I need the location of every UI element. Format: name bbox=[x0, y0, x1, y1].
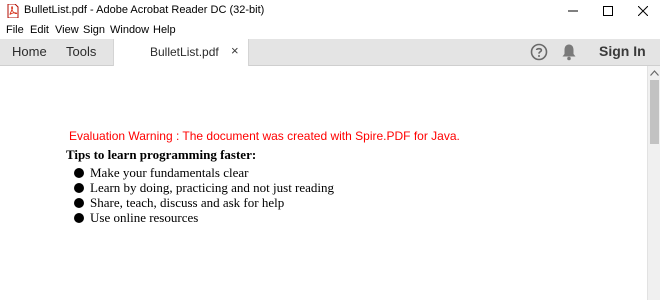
menu-help[interactable]: Help bbox=[153, 24, 176, 36]
minimize-icon bbox=[568, 10, 578, 12]
document-heading: Tips to learn programming faster: bbox=[66, 147, 257, 162]
document-view[interactable]: Evaluation Warning : The document was cr… bbox=[0, 66, 647, 300]
minimize-button[interactable] bbox=[556, 0, 590, 22]
top-toolbar: Home Tools BulletList.pdf × Sign In bbox=[0, 39, 660, 66]
help-icon[interactable] bbox=[530, 43, 548, 61]
bullet-icon bbox=[74, 183, 84, 193]
bullet-icon bbox=[74, 168, 84, 178]
maximize-button[interactable] bbox=[591, 0, 625, 22]
acrobat-pdf-icon bbox=[7, 4, 19, 18]
menu-window[interactable]: Window bbox=[110, 24, 149, 36]
bullet-text: Use online resources bbox=[90, 210, 199, 225]
notification-bell-icon[interactable] bbox=[561, 43, 577, 61]
bullet-text: Share, teach, discuss and ask for help bbox=[90, 195, 285, 210]
maximize-icon bbox=[603, 6, 613, 16]
scrollbar-thumb[interactable] bbox=[650, 80, 659, 144]
close-icon bbox=[638, 6, 648, 16]
tab-home[interactable]: Home bbox=[12, 44, 47, 59]
bullet-icon bbox=[74, 213, 84, 223]
sign-in-button[interactable]: Sign In bbox=[599, 43, 646, 59]
scroll-up-arrow-icon[interactable] bbox=[650, 70, 659, 76]
evaluation-warning: Evaluation Warning : The document was cr… bbox=[69, 129, 460, 143]
title-bar: BulletList.pdf - Adobe Acrobat Reader DC… bbox=[0, 0, 660, 22]
close-tab-icon[interactable]: × bbox=[231, 43, 239, 58]
menu-file[interactable]: File bbox=[6, 24, 24, 36]
menu-edit[interactable]: Edit bbox=[30, 24, 49, 36]
menu-view[interactable]: View bbox=[55, 24, 79, 36]
document-tab-label: BulletList.pdf bbox=[150, 45, 219, 59]
vertical-scrollbar[interactable] bbox=[647, 66, 660, 300]
close-window-button[interactable] bbox=[626, 0, 660, 22]
tab-tools[interactable]: Tools bbox=[66, 44, 96, 59]
bullet-icon bbox=[74, 198, 84, 208]
bullet-text: Learn by doing, practicing and not just … bbox=[90, 180, 335, 195]
menu-bar: File Edit View Sign Window Help bbox=[0, 22, 660, 39]
window-title: BulletList.pdf - Adobe Acrobat Reader DC… bbox=[24, 4, 265, 16]
menu-sign[interactable]: Sign bbox=[83, 24, 105, 36]
bullet-text: Make your fundamentals clear bbox=[90, 165, 249, 180]
tab-document[interactable]: BulletList.pdf × bbox=[113, 39, 249, 66]
